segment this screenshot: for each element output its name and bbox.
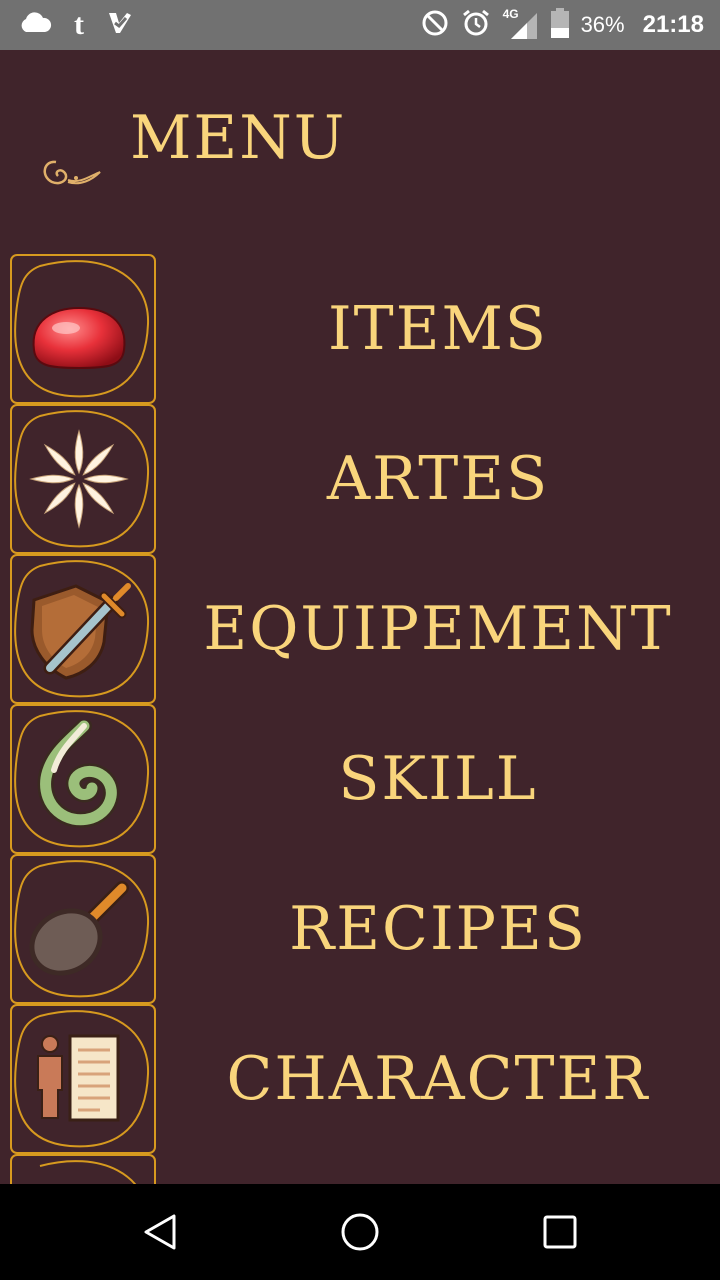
clock: 21:18 [642,11,704,38]
menu-screen: MENU ITEMS ARTES EQUIPEMENT SKILL RECIPE… [0,50,720,1184]
battery-percent: 36% [580,12,625,37]
signal-icon: 4G [502,7,539,41]
battery-icon [550,7,569,43]
status-bar: t 4G 36% 21:18 [0,0,720,50]
menu-item-label: SKILL [338,744,538,814]
menu-item-artes[interactable]: ARTES [0,404,720,554]
status-bar-system: 4G 36% 21:18 [421,0,704,50]
menu-item-recipes[interactable]: RECIPES [0,854,720,1004]
artes-star-icon [29,429,129,529]
menu-item-skill[interactable]: SKILL [0,704,720,854]
network-type-label: 4G [502,7,519,21]
home-button[interactable] [334,1206,386,1258]
menu-item-label: CHARACTER [226,1044,650,1114]
title-underline-ornament [10,160,712,185]
swirl-icon [37,720,120,828]
frying-pan-icon [29,881,129,976]
menu-item-equipement[interactable]: EQUIPEMENT [0,554,720,704]
back-triangle-icon [144,1214,176,1250]
menu-item-label: RECIPES [289,894,587,964]
navigation-bar [0,1184,720,1280]
home-circle-icon [341,1213,379,1251]
sword-shield-icon [30,583,131,680]
recents-square-icon [543,1215,577,1249]
back-button[interactable] [134,1206,186,1258]
menu-item-label: ITEMS [327,294,549,364]
character-sheet-icon [37,1034,120,1122]
tumblr-icon: t [74,8,84,41]
next-item-frame-partial [10,1154,156,1184]
cloud-icon [18,11,52,39]
menu-list: ITEMS ARTES EQUIPEMENT SKILL RECIPES CHA… [0,254,720,1154]
menu-item-label: EQUIPEMENT [203,594,673,664]
alarm-icon [461,8,491,43]
gel-icon [32,306,126,370]
menu-item-label: ARTES [326,444,550,514]
recents-button[interactable] [534,1206,586,1258]
menu-item-character[interactable]: CHARACTER [0,1004,720,1154]
status-bar-notifications: t [18,0,132,50]
checkmark-app-icon [106,10,132,41]
do-not-disturb-icon [421,9,449,42]
menu-item-items[interactable]: ITEMS [0,254,720,404]
